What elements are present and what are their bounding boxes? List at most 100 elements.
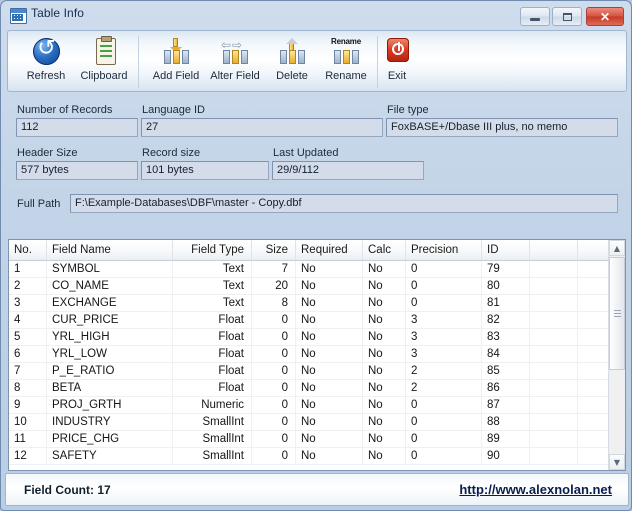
table-row[interactable]: 10INDUSTRYSmallInt0NoNo088 [9, 414, 625, 431]
last-updated-label: Last Updated [273, 147, 338, 159]
minimize-button[interactable] [520, 7, 550, 26]
table-cell: 2 [406, 363, 482, 379]
table-cell: 87 [482, 397, 530, 413]
table-cell [578, 414, 610, 430]
grid-column-header[interactable]: Calc [363, 240, 406, 260]
table-cell: 0 [252, 448, 296, 464]
table-cell [578, 380, 610, 396]
table-cell: P_E_RATIO [47, 363, 173, 379]
table-cell: 4 [9, 312, 47, 328]
minimize-icon [521, 8, 549, 25]
table-cell: 7 [252, 261, 296, 277]
delete-field-button[interactable]: Delete [268, 35, 316, 89]
grid-column-header[interactable]: No. [9, 240, 47, 260]
scroll-up-arrow-icon[interactable]: ▲ [609, 240, 625, 256]
alter-field-button-label: Alter Field [210, 70, 260, 82]
table-row[interactable]: 9PROJ_GRTHNumeric0NoNo087 [9, 397, 625, 414]
table-row[interactable]: 11PRICE_CHGSmallInt0NoNo089 [9, 431, 625, 448]
grid-column-header[interactable]: Field Name [47, 240, 173, 260]
add-field-icon [159, 36, 193, 68]
table-cell: 12 [9, 448, 47, 464]
table-row[interactable]: 4CUR_PRICEFloat0NoNo382 [9, 312, 625, 329]
grid-column-header[interactable]: Precision [406, 240, 482, 260]
table-cell [530, 346, 578, 362]
table-cell: PRICE_CHG [47, 431, 173, 447]
table-cell: 0 [252, 329, 296, 345]
table-cell [578, 278, 610, 294]
table-row[interactable]: 12SAFETYSmallInt0NoNo090 [9, 448, 625, 465]
table-cell: 10 [9, 414, 47, 430]
table-cell: 0 [252, 397, 296, 413]
scroll-down-arrow-icon[interactable]: ▼ [609, 454, 625, 470]
close-icon: ✕ [587, 8, 623, 25]
table-row[interactable]: 7P_E_RATIOFloat0NoNo285 [9, 363, 625, 380]
table-cell: 0 [252, 414, 296, 430]
alter-field-button[interactable]: ⇦⇨ Alter Field [204, 35, 266, 89]
grid-column-header[interactable]: Required [296, 240, 363, 260]
table-cell: No [296, 312, 363, 328]
table-cell: No [296, 295, 363, 311]
table-cell: No [296, 448, 363, 464]
alter-field-icon: ⇦⇨ [218, 36, 252, 68]
exit-button[interactable]: Exit [379, 35, 415, 89]
table-row[interactable]: 3EXCHANGEText8NoNo081 [9, 295, 625, 312]
grid-column-header[interactable] [530, 240, 578, 260]
table-cell: No [363, 261, 406, 277]
rename-field-button-label: Rename [325, 70, 367, 82]
clipboard-button[interactable]: Clipboard [76, 35, 132, 89]
delete-field-button-label: Delete [276, 70, 308, 82]
website-link[interactable]: http://www.alexnolan.net [459, 482, 612, 497]
maximize-button[interactable] [552, 7, 582, 26]
table-cell: 0 [406, 278, 482, 294]
table-cell: 8 [252, 295, 296, 311]
exit-button-label: Exit [388, 70, 406, 82]
table-row[interactable]: 5YRL_HIGHFloat0NoNo383 [9, 329, 625, 346]
record-size-label: Record size [142, 147, 200, 159]
header-size-field[interactable]: 577 bytes [16, 161, 138, 180]
scrollbar-thumb[interactable] [609, 257, 625, 370]
number-of-records-field[interactable]: 112 [16, 118, 138, 137]
table-cell [530, 329, 578, 345]
table-cell: No [363, 448, 406, 464]
file-type-field[interactable]: FoxBASE+/Dbase III plus, no memo [386, 118, 618, 137]
grid-column-header[interactable]: Size [252, 240, 296, 260]
table-cell: YRL_HIGH [47, 329, 173, 345]
table-cell: 85 [482, 363, 530, 379]
table-cell: No [296, 346, 363, 362]
table-row[interactable]: 2CO_NAMEText20NoNo080 [9, 278, 625, 295]
table-cell: Text [173, 295, 252, 311]
table-cell: Float [173, 329, 252, 345]
grid-column-header[interactable]: ID [482, 240, 530, 260]
table-cell: 8 [9, 380, 47, 396]
table-info-window: Table Info ✕ Refresh Clipboard [0, 0, 632, 511]
refresh-button[interactable]: Refresh [19, 35, 73, 89]
table-cell: 0 [406, 448, 482, 464]
table-row[interactable]: 1SYMBOLText7NoNo079 [9, 261, 625, 278]
add-field-button[interactable]: Add Field [148, 35, 204, 89]
fields-grid: No.Field NameField TypeSizeRequiredCalcP… [8, 239, 626, 471]
last-updated-field[interactable]: 29/9/112 [272, 161, 424, 180]
number-of-records-label: Number of Records [17, 104, 112, 116]
grid-column-header[interactable]: Field Type [173, 240, 252, 260]
table-cell: SmallInt [173, 414, 252, 430]
table-cell [530, 414, 578, 430]
table-cell: No [363, 380, 406, 396]
table-cell [578, 431, 610, 447]
language-id-field[interactable]: 27 [141, 118, 383, 137]
full-path-field[interactable]: F:\Example-Databases\DBF\master - Copy.d… [70, 194, 618, 213]
rename-field-button[interactable]: Rename Rename [318, 35, 374, 89]
table-cell: 2 [406, 380, 482, 396]
close-button[interactable]: ✕ [586, 7, 624, 26]
table-cell: Float [173, 380, 252, 396]
grid-vertical-scrollbar[interactable]: ▲ ▼ [608, 240, 625, 470]
table-cell: EXCHANGE [47, 295, 173, 311]
grid-column-header[interactable] [578, 240, 610, 260]
table-cell: 11 [9, 431, 47, 447]
table-row[interactable]: 6YRL_LOWFloat0NoNo384 [9, 346, 625, 363]
record-size-field[interactable]: 101 bytes [141, 161, 269, 180]
table-cell: No [363, 278, 406, 294]
table-cell: No [363, 312, 406, 328]
table-cell: SAFETY [47, 448, 173, 464]
table-row[interactable]: 8BETAFloat0NoNo286 [9, 380, 625, 397]
field-count-label: Field Count: 17 [24, 483, 111, 497]
